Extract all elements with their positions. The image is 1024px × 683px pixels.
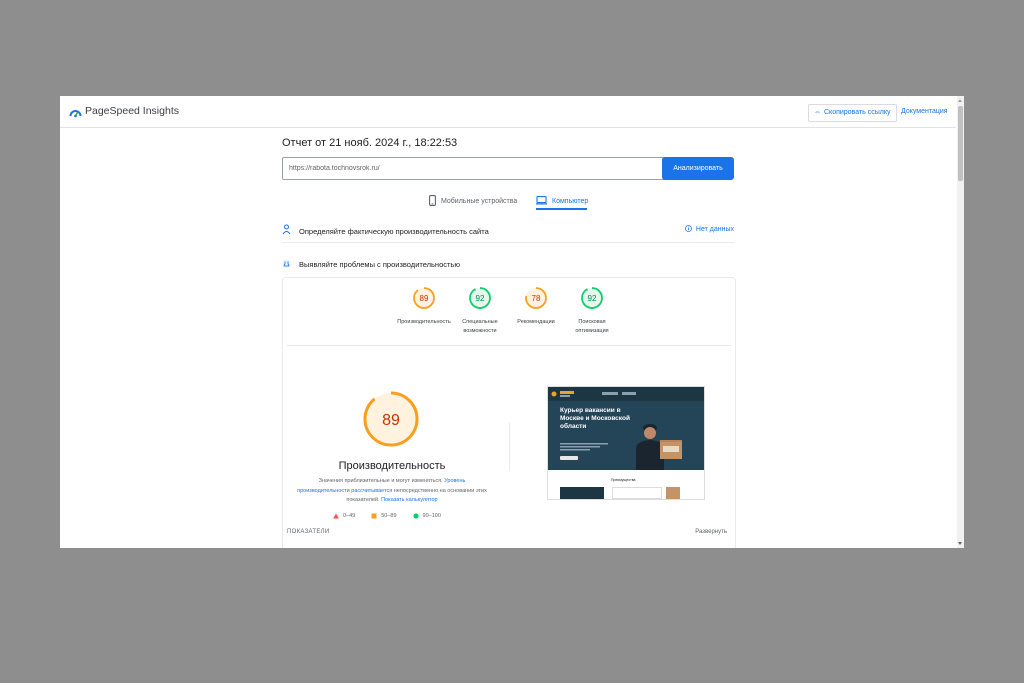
url-input[interactable]: [282, 157, 667, 180]
field-data-title: Определяйте фактическую производительнос…: [299, 226, 489, 236]
lab-data-section: Выявляйте проблемы с производительностью: [282, 256, 734, 272]
performance-big-gauge: 89: [363, 391, 419, 447]
score-seo[interactable]: 92 Поисковая оптимизация: [557, 286, 627, 335]
performance-title: Производительность: [338, 460, 446, 472]
score-performance-value: 89: [420, 294, 429, 303]
legend-pass: 90–100: [412, 513, 441, 519]
score-seo-label-1: Поисковая: [578, 319, 606, 325]
preview-hero-text: Курьер вакансии в Москве и Московской об…: [560, 407, 630, 430]
preview-hero-button: [560, 456, 578, 460]
legend-pass-label: 90–100: [422, 513, 441, 519]
pagespeed-logo-icon: [69, 105, 82, 123]
app-brand[interactable]: PageSpeed Insights: [85, 105, 179, 117]
tab-mobile[interactable]: Мобильные устройства: [429, 194, 517, 208]
no-data-label: Нет данных: [695, 226, 734, 233]
score-accessibility-label-2: возможности: [463, 327, 497, 334]
calculator-link[interactable]: Показать калькулятор: [381, 497, 437, 503]
score-accessibility-value: 92: [476, 294, 485, 303]
desktop-icon: [536, 195, 547, 207]
card-divider: [287, 345, 731, 346]
app-header: PageSpeed Insights ⇔ Скопировать ссылку …: [60, 96, 956, 128]
scrollbar[interactable]: [957, 96, 964, 548]
lab-data-title: Выявляйте проблемы с производительностью: [299, 259, 460, 269]
courier-person-icon: [636, 424, 682, 470]
analyze-button[interactable]: Анализировать: [662, 157, 734, 180]
indicators-heading: ПОКАЗАТЕЛИ: [287, 529, 330, 535]
link-icon: ⇔: [814, 109, 821, 116]
legend-fail: 0–49: [333, 513, 355, 519]
docs-link[interactable]: Документация: [901, 108, 948, 115]
scroll-up-icon[interactable]: [958, 99, 962, 102]
expand-button[interactable]: Развернуть: [695, 529, 727, 535]
copy-link-button[interactable]: ⇔ Скопировать ссылку: [808, 104, 897, 122]
lab-flask-icon: [282, 255, 291, 273]
preview-site-header: [548, 387, 704, 401]
smartphone-icon: [429, 194, 436, 208]
preview-image-block: [666, 487, 680, 499]
legend-fail-label: 0–49: [343, 513, 356, 519]
scrollbar-thumb[interactable]: [958, 106, 963, 181]
legend-average-label: 50–89: [381, 513, 397, 519]
info-icon: [684, 225, 692, 234]
report-title: Отчет от 21 нояб. 2024 г., 18:22:53: [282, 137, 458, 149]
preview-sub-heading: Преимущества: [611, 478, 636, 482]
performance-description: Значения приблизительные и могут изменят…: [297, 477, 487, 506]
people-icon: [282, 222, 291, 240]
field-data-section: Определяйте фактическую производительнос…: [282, 220, 734, 243]
score-best-practices-gauge: 78: [525, 287, 547, 309]
tab-mobile-label: Мобильные устройства: [441, 197, 518, 205]
browser-window: PageSpeed Insights ⇔ Скопировать ссылку …: [60, 96, 964, 548]
active-tab-indicator: [536, 208, 587, 210]
square-icon: [371, 513, 377, 519]
performance-big-score: 89: [382, 412, 400, 429]
page-screenshot-preview: Курьер вакансии в Москве и Московской об…: [547, 386, 705, 500]
scroll-down-icon[interactable]: [958, 542, 962, 545]
preview-hero-subtext: [560, 443, 608, 451]
tab-desktop[interactable]: Компьютер: [536, 194, 588, 208]
preview-dark-block: [560, 487, 604, 499]
perf-desc-text-1: Значения приблизительные и могут изменят…: [318, 478, 445, 484]
score-accessibility-gauge: 92: [469, 287, 491, 309]
triangle-icon: [333, 513, 339, 519]
score-seo-gauge: 92: [581, 287, 603, 309]
score-performance-gauge: 89: [413, 287, 435, 309]
report-card: 89 Производительность 92 Специальные воз…: [282, 277, 736, 548]
score-seo-label-2: оптимизация: [575, 327, 609, 334]
copy-link-label: Скопировать ссылку: [824, 109, 891, 116]
vertical-divider: [509, 423, 510, 471]
tab-desktop-label: Компьютер: [552, 197, 589, 205]
no-data-link[interactable]: Нет данных: [684, 225, 734, 234]
score-legend: 0–49 50–89 90–100: [333, 513, 441, 519]
legend-average: 50–89: [371, 513, 397, 519]
score-seo-value: 92: [588, 294, 597, 303]
preview-text-block: [612, 487, 662, 499]
circle-icon: [412, 513, 419, 519]
score-best-practices-value: 78: [532, 294, 541, 303]
